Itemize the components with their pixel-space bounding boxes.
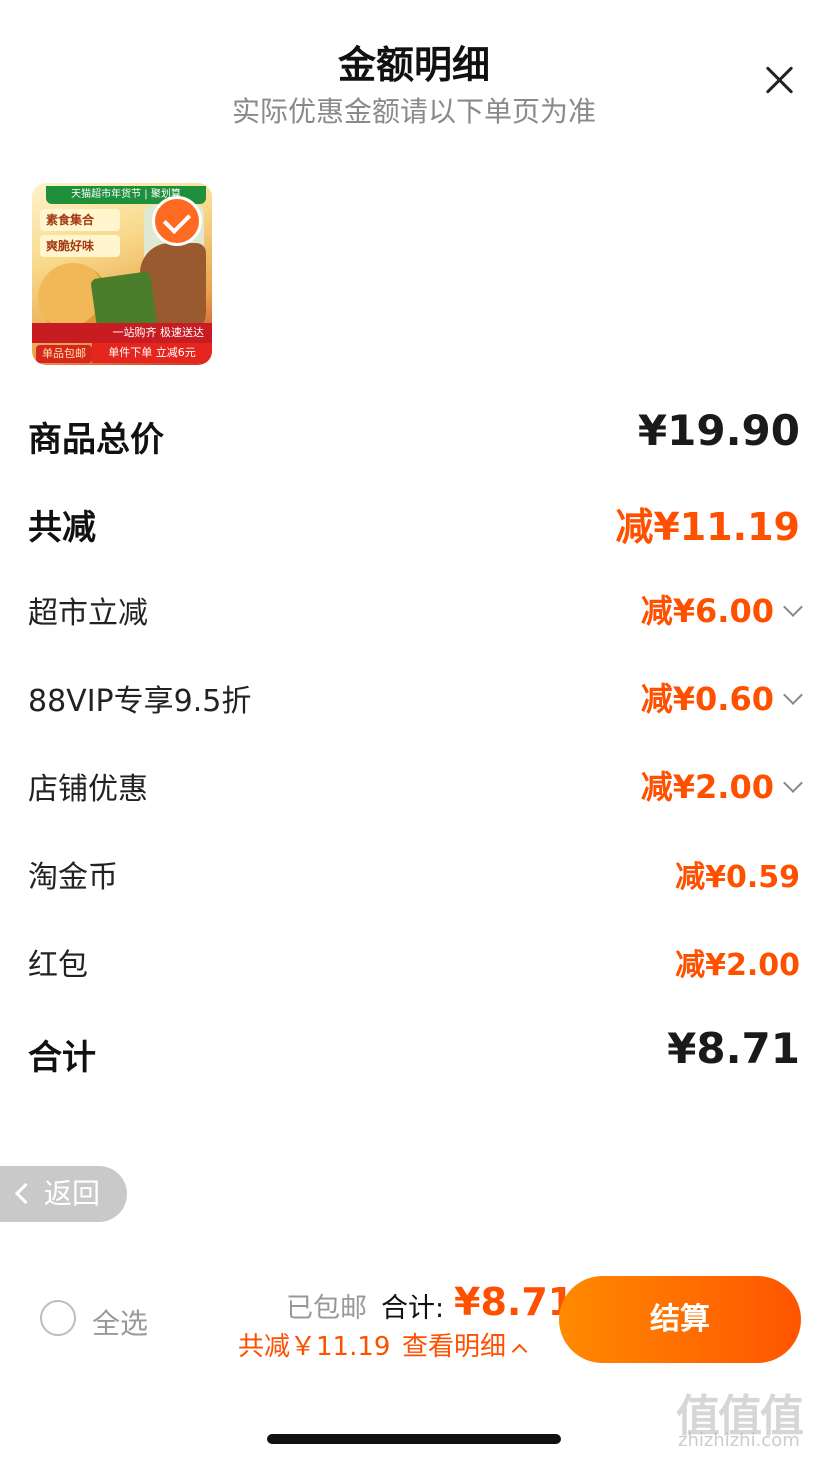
shipping-status: 已包邮: [286, 1293, 367, 1324]
sum-value: ¥8.71: [667, 1024, 800, 1073]
watermark-url: zhizhizhi.com: [678, 1430, 800, 1451]
discount-amount: 减¥2.00: [640, 768, 774, 806]
discount-amount: 减¥0.60: [640, 680, 774, 718]
selected-check-icon[interactable]: [152, 196, 202, 246]
select-all-label[interactable]: 全选: [92, 1302, 148, 1342]
discount-item-label: 红包: [28, 948, 88, 983]
bottom-total-value: ¥8.71: [454, 1280, 575, 1324]
total-discount-value: 减¥11.19: [615, 505, 800, 549]
thumbnail-tag: 爽脆好味: [40, 235, 120, 257]
page-subtitle: 实际优惠金额请以下单页为准: [231, 95, 596, 128]
discount-item-label: 超市立减: [28, 596, 148, 631]
thumbnail-shipping-badge: 单品包邮: [36, 345, 92, 363]
chevron-up-icon: [511, 1343, 528, 1360]
thumbnail-tag: 素食集合: [40, 209, 120, 231]
chevron-down-icon[interactable]: [783, 685, 803, 705]
discount-item-value[interactable]: 减¥6.00: [640, 586, 803, 632]
discount-item-value: 减¥2.00: [675, 948, 800, 983]
discount-item-label: 88VIP专享9.5折: [28, 684, 252, 719]
discount-amount: 减¥6.00: [640, 592, 774, 630]
discount-item-value: 减¥0.59: [675, 860, 800, 895]
thumbnail-strip-text: 一站购齐 极速送达: [32, 323, 212, 343]
back-label: 返回: [44, 1177, 101, 1210]
back-button[interactable]: 返回: [0, 1166, 127, 1222]
discount-item-value[interactable]: 减¥2.00: [640, 762, 803, 808]
total-discount-label: 共减: [28, 508, 96, 548]
home-indicator[interactable]: [267, 1434, 561, 1444]
total-price-value: ¥19.90: [637, 406, 800, 455]
bottom-saved-amount: 共减￥11.19: [238, 1332, 391, 1362]
chevron-down-icon[interactable]: [783, 597, 803, 617]
select-all-radio[interactable]: [40, 1300, 76, 1336]
bottom-total-label: 合计:: [381, 1293, 445, 1324]
view-detail-link[interactable]: 查看明细: [402, 1326, 528, 1363]
view-detail-label: 查看明细: [402, 1332, 507, 1362]
chevron-left-icon: [14, 1182, 37, 1205]
total-price-label: 商品总价: [28, 420, 164, 460]
discount-item-label: 淘金币: [28, 860, 118, 895]
page-title: 金额明细: [337, 43, 490, 87]
discount-item-value[interactable]: 减¥0.60: [640, 674, 803, 720]
chevron-down-icon[interactable]: [783, 773, 803, 793]
sum-label: 合计: [28, 1038, 96, 1078]
discount-item-label: 店铺优惠: [28, 772, 148, 807]
thumbnail-promo-text: 单件下单 立减6元: [92, 343, 212, 363]
checkout-button[interactable]: 结算: [559, 1276, 801, 1363]
close-icon[interactable]: [760, 60, 800, 100]
